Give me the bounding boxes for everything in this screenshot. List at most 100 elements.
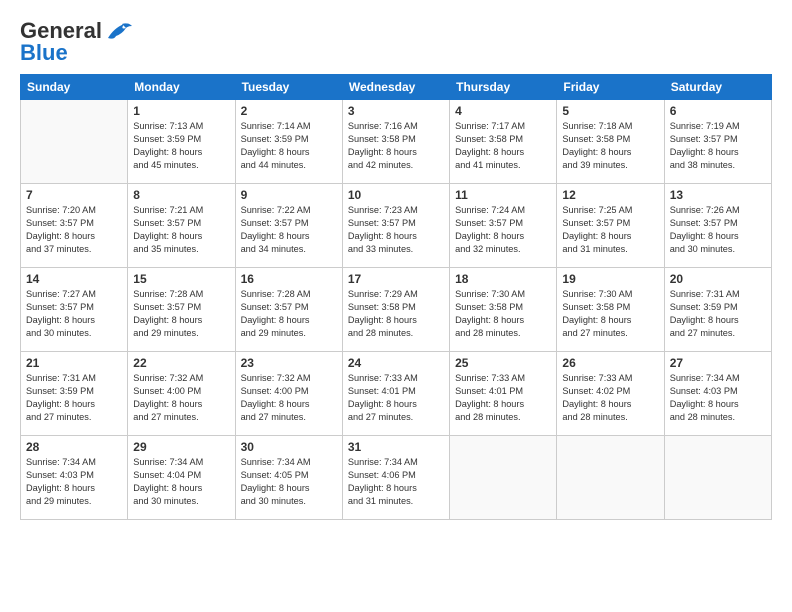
cell-info: Sunrise: 7:28 AM Sunset: 3:57 PM Dayligh… — [133, 288, 229, 340]
table-cell: 18 Sunrise: 7:30 AM Sunset: 3:58 PM Dayli… — [450, 268, 557, 352]
cell-info: Sunrise: 7:34 AM Sunset: 4:05 PM Dayligh… — [241, 456, 337, 508]
day-number: 29 — [133, 440, 229, 454]
cell-info: Sunrise: 7:29 AM Sunset: 3:58 PM Dayligh… — [348, 288, 444, 340]
day-number: 19 — [562, 272, 658, 286]
day-number: 10 — [348, 188, 444, 202]
cell-info: Sunrise: 7:14 AM Sunset: 3:59 PM Dayligh… — [241, 120, 337, 172]
day-number: 3 — [348, 104, 444, 118]
table-cell — [664, 436, 771, 520]
col-monday: Monday — [128, 75, 235, 100]
col-sunday: Sunday — [21, 75, 128, 100]
logo: General Blue — [20, 18, 132, 66]
day-number: 25 — [455, 356, 551, 370]
day-number: 15 — [133, 272, 229, 286]
cell-info: Sunrise: 7:24 AM Sunset: 3:57 PM Dayligh… — [455, 204, 551, 256]
day-number: 16 — [241, 272, 337, 286]
day-number: 6 — [670, 104, 766, 118]
col-thursday: Thursday — [450, 75, 557, 100]
table-cell: 27 Sunrise: 7:34 AM Sunset: 4:03 PM Dayli… — [664, 352, 771, 436]
col-tuesday: Tuesday — [235, 75, 342, 100]
calendar-week-row: 28 Sunrise: 7:34 AM Sunset: 4:03 PM Dayli… — [21, 436, 772, 520]
table-cell: 25 Sunrise: 7:33 AM Sunset: 4:01 PM Dayli… — [450, 352, 557, 436]
table-cell: 31Sunrise: 7:34 AM Sunset: 4:06 PM Dayli… — [342, 436, 449, 520]
cell-info: Sunrise: 7:20 AM Sunset: 3:57 PM Dayligh… — [26, 204, 122, 256]
calendar-header-row: Sunday Monday Tuesday Wednesday Thursday… — [21, 75, 772, 100]
table-cell: 20 Sunrise: 7:31 AM Sunset: 3:59 PM Dayli… — [664, 268, 771, 352]
day-number: 14 — [26, 272, 122, 286]
table-cell: 11 Sunrise: 7:24 AM Sunset: 3:57 PM Dayli… — [450, 184, 557, 268]
day-number: 20 — [670, 272, 766, 286]
cell-info: Sunrise: 7:34 AM Sunset: 4:03 PM Dayligh… — [670, 372, 766, 424]
cell-info: Sunrise: 7:32 AM Sunset: 4:00 PM Dayligh… — [133, 372, 229, 424]
day-number: 2 — [241, 104, 337, 118]
table-cell: 26Sunrise: 7:33 AM Sunset: 4:02 PM Dayli… — [557, 352, 664, 436]
table-cell: 21 Sunrise: 7:31 AM Sunset: 3:59 PM Dayli… — [21, 352, 128, 436]
day-number: 24 — [348, 356, 444, 370]
table-cell: 16 Sunrise: 7:28 AM Sunset: 3:57 PM Dayli… — [235, 268, 342, 352]
day-number: 12 — [562, 188, 658, 202]
table-cell: 30 Sunrise: 7:34 AM Sunset: 4:05 PM Dayli… — [235, 436, 342, 520]
table-cell: 13Sunrise: 7:26 AM Sunset: 3:57 PM Dayli… — [664, 184, 771, 268]
calendar-week-row: 1Sunrise: 7:13 AM Sunset: 3:59 PM Daylig… — [21, 100, 772, 184]
cell-info: Sunrise: 7:33 AM Sunset: 4:01 PM Dayligh… — [348, 372, 444, 424]
day-number: 27 — [670, 356, 766, 370]
day-number: 17 — [348, 272, 444, 286]
table-cell: 22 Sunrise: 7:32 AM Sunset: 4:00 PM Dayli… — [128, 352, 235, 436]
col-friday: Friday — [557, 75, 664, 100]
cell-info: Sunrise: 7:30 AM Sunset: 3:58 PM Dayligh… — [562, 288, 658, 340]
table-cell: 28 Sunrise: 7:34 AM Sunset: 4:03 PM Dayli… — [21, 436, 128, 520]
day-number: 26 — [562, 356, 658, 370]
day-number: 31 — [348, 440, 444, 454]
table-cell: 1Sunrise: 7:13 AM Sunset: 3:59 PM Daylig… — [128, 100, 235, 184]
cell-info: Sunrise: 7:19 AM Sunset: 3:57 PM Dayligh… — [670, 120, 766, 172]
cell-info: Sunrise: 7:34 AM Sunset: 4:03 PM Dayligh… — [26, 456, 122, 508]
day-number: 7 — [26, 188, 122, 202]
table-cell — [21, 100, 128, 184]
day-number: 21 — [26, 356, 122, 370]
logo-blue-text: Blue — [20, 40, 68, 66]
day-number: 30 — [241, 440, 337, 454]
cell-info: Sunrise: 7:31 AM Sunset: 3:59 PM Dayligh… — [670, 288, 766, 340]
table-cell: 7 Sunrise: 7:20 AM Sunset: 3:57 PM Daylig… — [21, 184, 128, 268]
table-cell: 17 Sunrise: 7:29 AM Sunset: 3:58 PM Dayli… — [342, 268, 449, 352]
cell-info: Sunrise: 7:31 AM Sunset: 3:59 PM Dayligh… — [26, 372, 122, 424]
day-number: 28 — [26, 440, 122, 454]
table-cell: 5 Sunrise: 7:18 AM Sunset: 3:58 PM Daylig… — [557, 100, 664, 184]
cell-info: Sunrise: 7:32 AM Sunset: 4:00 PM Dayligh… — [241, 372, 337, 424]
table-cell: 24 Sunrise: 7:33 AM Sunset: 4:01 PM Dayli… — [342, 352, 449, 436]
day-number: 1 — [133, 104, 229, 118]
cell-info: Sunrise: 7:22 AM Sunset: 3:57 PM Dayligh… — [241, 204, 337, 256]
cell-info: Sunrise: 7:33 AM Sunset: 4:01 PM Dayligh… — [455, 372, 551, 424]
cell-info: Sunrise: 7:21 AM Sunset: 3:57 PM Dayligh… — [133, 204, 229, 256]
table-cell: 4 Sunrise: 7:17 AM Sunset: 3:58 PM Daylig… — [450, 100, 557, 184]
day-number: 8 — [133, 188, 229, 202]
day-number: 11 — [455, 188, 551, 202]
cell-info: Sunrise: 7:28 AM Sunset: 3:57 PM Dayligh… — [241, 288, 337, 340]
cell-info: Sunrise: 7:23 AM Sunset: 3:57 PM Dayligh… — [348, 204, 444, 256]
day-number: 4 — [455, 104, 551, 118]
cell-info: Sunrise: 7:16 AM Sunset: 3:58 PM Dayligh… — [348, 120, 444, 172]
cell-info: Sunrise: 7:17 AM Sunset: 3:58 PM Dayligh… — [455, 120, 551, 172]
cell-info: Sunrise: 7:18 AM Sunset: 3:58 PM Dayligh… — [562, 120, 658, 172]
table-cell: 14Sunrise: 7:27 AM Sunset: 3:57 PM Dayli… — [21, 268, 128, 352]
table-cell: 23 Sunrise: 7:32 AM Sunset: 4:00 PM Dayli… — [235, 352, 342, 436]
day-number: 5 — [562, 104, 658, 118]
table-cell: 29Sunrise: 7:34 AM Sunset: 4:04 PM Dayli… — [128, 436, 235, 520]
table-cell: 10 Sunrise: 7:23 AM Sunset: 3:57 PM Dayli… — [342, 184, 449, 268]
table-cell: 15 Sunrise: 7:28 AM Sunset: 3:57 PM Dayli… — [128, 268, 235, 352]
calendar-week-row: 14Sunrise: 7:27 AM Sunset: 3:57 PM Dayli… — [21, 268, 772, 352]
table-cell: 8 Sunrise: 7:21 AM Sunset: 3:57 PM Daylig… — [128, 184, 235, 268]
cell-info: Sunrise: 7:26 AM Sunset: 3:57 PM Dayligh… — [670, 204, 766, 256]
calendar-week-row: 7 Sunrise: 7:20 AM Sunset: 3:57 PM Daylig… — [21, 184, 772, 268]
col-wednesday: Wednesday — [342, 75, 449, 100]
table-cell: 12Sunrise: 7:25 AM Sunset: 3:57 PM Dayli… — [557, 184, 664, 268]
cell-info: Sunrise: 7:30 AM Sunset: 3:58 PM Dayligh… — [455, 288, 551, 340]
table-cell: 19 Sunrise: 7:30 AM Sunset: 3:58 PM Dayli… — [557, 268, 664, 352]
day-number: 18 — [455, 272, 551, 286]
table-cell: 2 Sunrise: 7:14 AM Sunset: 3:59 PM Daylig… — [235, 100, 342, 184]
page: General Blue Sunday Monday Tuesday Wedne… — [0, 0, 792, 612]
day-number: 23 — [241, 356, 337, 370]
day-number: 22 — [133, 356, 229, 370]
table-cell: 3 Sunrise: 7:16 AM Sunset: 3:58 PM Daylig… — [342, 100, 449, 184]
logo-bird-icon — [104, 20, 132, 42]
